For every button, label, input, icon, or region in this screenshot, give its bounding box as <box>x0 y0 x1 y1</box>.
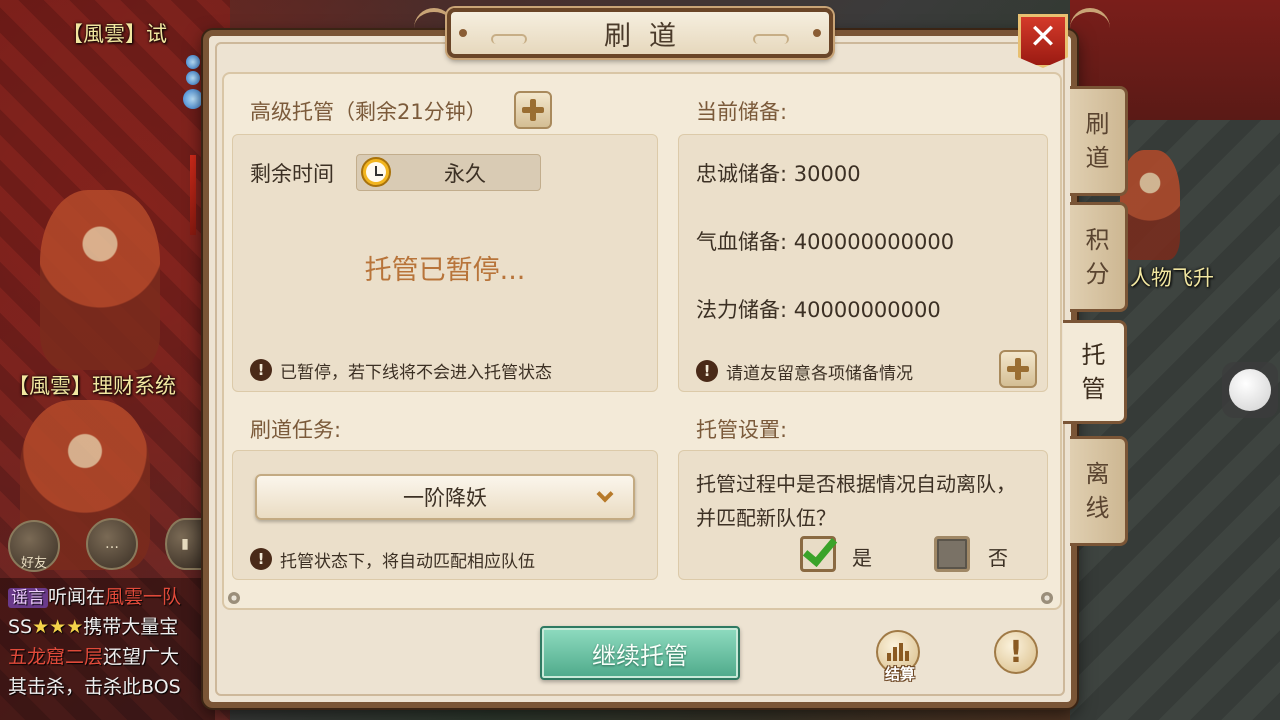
auto-leave-yes-checkbox[interactable] <box>800 530 838 572</box>
task-note: 托管状态下，将自动匹配相应队伍 <box>280 552 535 572</box>
npc-name-label: 人物飞升 <box>1130 266 1214 290</box>
settle-label: 结算 <box>884 665 915 683</box>
help-button[interactable]: ! <box>994 630 1038 674</box>
pendant-ornament <box>182 55 204 235</box>
continue-managed-button[interactable]: 继续托管 <box>540 626 740 680</box>
chat-line: 谣言 听闻在風雲一队 <box>8 582 181 609</box>
no-label: 否 <box>988 546 1008 570</box>
settings-question: 并匹配新队伍？ <box>696 506 836 530</box>
friends-button[interactable]: 好友 <box>8 520 60 572</box>
tab-shuadao[interactable]: 刷道 <box>1070 86 1128 196</box>
reserve-note: 请道友留意各项储备情况 <box>726 364 913 384</box>
friends-label: 好友 <box>20 555 47 571</box>
chat-line: SS★★★携带大量宝 <box>8 616 179 638</box>
tab-offline[interactable]: 离线 <box>1070 436 1128 546</box>
pause-note: 已暂停，若下线将不会进入托管状态 <box>280 363 552 383</box>
chat-bubble-icon[interactable]: … <box>86 518 138 570</box>
bar-chart-icon <box>887 643 909 661</box>
remaining-time-value: 永久 <box>444 162 486 186</box>
rumor-tag: 谣言 <box>8 588 48 608</box>
hp-reserve: 气血储备: 400000000000 <box>696 230 955 254</box>
remaining-time-label: 剩余时间 <box>250 162 334 186</box>
plus-icon <box>522 99 544 121</box>
dialog-title: 刷道 <box>604 20 694 52</box>
warning-icon: ! <box>250 359 272 381</box>
auto-leave-no-checkbox[interactable] <box>934 536 970 572</box>
microphone-icon[interactable]: ▮ <box>165 518 205 570</box>
alarm-clock-icon <box>361 157 391 187</box>
checkmark-icon <box>802 530 838 568</box>
add-time-button[interactable] <box>514 91 552 129</box>
tab-managed[interactable]: 托管 <box>1063 320 1127 424</box>
settings-title: 托管设置: <box>696 418 788 442</box>
loyalty-reserve: 忠诚储备: 30000 <box>696 162 861 186</box>
npc-name-label: 【風雲】试 <box>62 22 167 46</box>
mp-reserve: 法力储备: 40000000000 <box>696 298 941 322</box>
task-select-value: 一阶降妖 <box>403 486 487 510</box>
tab-points[interactable]: 积分 <box>1070 202 1128 312</box>
chat-line: 其击杀，击杀此BOS <box>8 676 181 698</box>
floating-assist-ball[interactable] <box>1222 362 1278 418</box>
plus-icon <box>1007 358 1029 380</box>
title-plate: 刷道 <box>447 8 833 58</box>
reserve-title: 当前储备: <box>696 100 788 124</box>
managed-title: 高级托管（剩余21分钟） <box>250 100 487 124</box>
managed-status-text: 托管已暂停... <box>364 255 526 286</box>
chat-line: 五龙窟二层还望广大 <box>8 646 180 668</box>
chat-panel[interactable]: 谣言 听闻在風雲一队 SS★★★携带大量宝 五龙窟二层还望广大 其击杀，击杀此BO… <box>0 578 215 720</box>
warning-icon: ! <box>696 360 718 382</box>
task-select[interactable]: 一阶降妖 <box>255 474 635 520</box>
add-reserve-button[interactable] <box>999 350 1037 388</box>
task-title: 刷道任务: <box>250 418 342 442</box>
screw-decoration <box>1041 592 1053 604</box>
close-icon: ✕ <box>1028 17 1058 57</box>
screw-decoration <box>228 592 240 604</box>
exclamation-icon: ! <box>1009 634 1023 670</box>
close-button[interactable]: ✕ <box>1018 14 1068 68</box>
npc-character[interactable] <box>40 190 160 370</box>
yes-label: 是 <box>852 546 872 570</box>
npc-character[interactable] <box>1120 150 1180 260</box>
npc-name-label: 【風雲】理财系统 <box>8 374 176 398</box>
warning-icon: ! <box>250 548 272 570</box>
settings-question: 托管过程中是否根据情况自动离队， <box>696 472 1016 496</box>
